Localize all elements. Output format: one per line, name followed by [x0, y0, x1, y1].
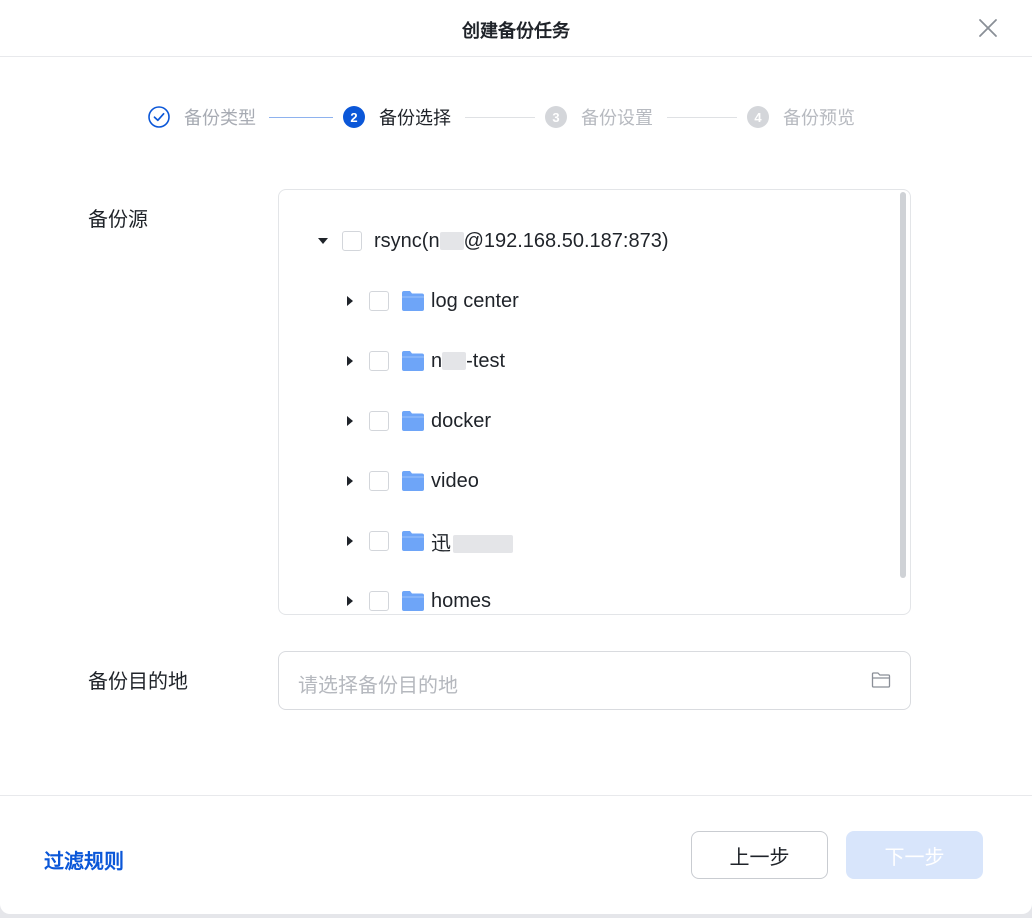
- folder-icon: [401, 590, 425, 612]
- folder-icon: [401, 290, 425, 312]
- step-label: 备份类型: [184, 108, 256, 128]
- tree-item-label: 迅: [431, 527, 513, 556]
- tree-item[interactable]: homes: [343, 581, 492, 614]
- filter-rules-link[interactable]: 过滤规则: [44, 845, 124, 874]
- backup-source-label: 备份源: [88, 209, 148, 231]
- folder-icon: [401, 470, 425, 492]
- redacted-text: [453, 535, 513, 554]
- tree-item-label: homes: [431, 589, 492, 612]
- tree-item-label: video: [431, 469, 479, 492]
- footer-divider: [0, 795, 1032, 796]
- step-number-badge: 3: [545, 106, 567, 128]
- step-connector: [465, 117, 535, 118]
- tree-item-label: log center: [431, 289, 519, 312]
- caret-right-icon[interactable]: [343, 594, 357, 608]
- source-tree: rsync(n @192.168.50.187:873) log center n…: [278, 189, 911, 615]
- step-backup-type: 备份类型: [148, 100, 256, 134]
- step-label: 备份预览: [783, 108, 855, 128]
- step-label: 备份选择: [379, 108, 451, 128]
- caret-right-icon[interactable]: [343, 474, 357, 488]
- tree-checkbox[interactable]: [369, 591, 389, 611]
- step-connector: [667, 117, 737, 118]
- step-backup-settings: 3 备份设置: [545, 100, 653, 134]
- step-label: 备份设置: [581, 108, 653, 128]
- folder-icon: [401, 530, 425, 552]
- folder-icon: [401, 350, 425, 372]
- step-progress: 备份类型 2 备份选择 3 备份设置 4 备份预览: [0, 100, 1032, 134]
- tree-checkbox[interactable]: [342, 231, 362, 251]
- close-icon[interactable]: [976, 16, 1000, 40]
- check-circle-icon: [148, 106, 170, 128]
- tree-item[interactable]: docker: [343, 401, 491, 441]
- step-backup-selection: 2 备份选择: [343, 100, 451, 134]
- caret-right-icon[interactable]: [343, 294, 357, 308]
- tree-checkbox[interactable]: [369, 531, 389, 551]
- tree-item-label: n -test: [431, 349, 506, 372]
- tree-checkbox[interactable]: [369, 291, 389, 311]
- step-backup-preview: 4 备份预览: [747, 100, 855, 134]
- caret-right-icon[interactable]: [343, 414, 357, 428]
- backup-destination-label: 备份目的地: [88, 671, 188, 693]
- create-backup-dialog: 创建备份任务 备份类型 2 备份选择 3 备份设置 4 备份预览 备份源 rsy…: [0, 0, 1032, 914]
- tree-item-label: docker: [431, 409, 492, 432]
- redacted-text: [442, 352, 467, 371]
- tree-item[interactable]: 迅: [343, 521, 513, 561]
- next-step-button[interactable]: 下一步: [846, 831, 983, 879]
- previous-step-button[interactable]: 上一步: [691, 831, 828, 879]
- caret-right-icon[interactable]: [343, 534, 357, 548]
- caret-right-icon[interactable]: [343, 354, 357, 368]
- tree-item[interactable]: n -test: [343, 341, 505, 381]
- step-number-badge: 4: [747, 106, 769, 128]
- tree-item[interactable]: video: [343, 461, 479, 501]
- tree-scrollbar[interactable]: [900, 192, 906, 578]
- caret-down-icon[interactable]: [316, 234, 330, 248]
- step-number-badge: 2: [343, 106, 365, 128]
- destination-picker-input[interactable]: 请选择备份目的地: [278, 651, 911, 710]
- destination-placeholder: 请选择备份目的地: [298, 675, 458, 697]
- tree-checkbox[interactable]: [369, 471, 389, 491]
- folder-icon: [401, 410, 425, 432]
- tree-root-row[interactable]: rsync(n @192.168.50.187:873): [316, 221, 669, 261]
- folder-open-icon[interactable]: [871, 671, 891, 689]
- tree-checkbox[interactable]: [369, 411, 389, 431]
- dialog-title: 创建备份任务: [462, 21, 570, 41]
- tree-item[interactable]: log center: [343, 281, 519, 321]
- dialog-header: 创建备份任务: [0, 0, 1032, 57]
- tree-root-label: rsync(n @192.168.50.187:873): [374, 229, 669, 252]
- step-connector: [269, 117, 333, 118]
- tree-checkbox[interactable]: [369, 351, 389, 371]
- redacted-text: [439, 232, 464, 251]
